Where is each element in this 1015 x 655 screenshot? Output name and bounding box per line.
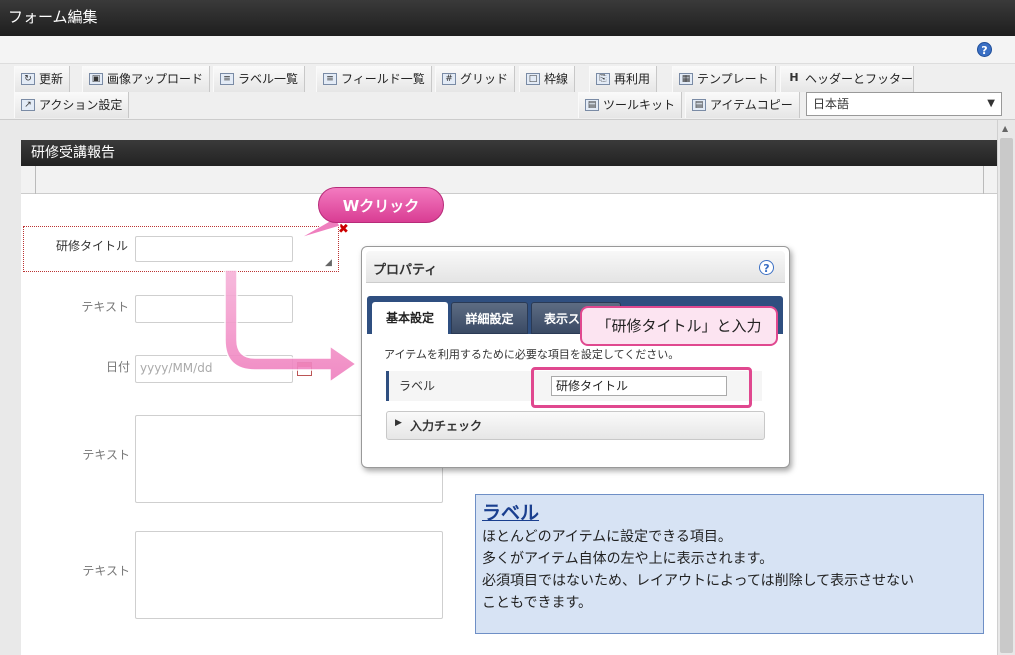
info-line: 多くがアイテム自体の左や上に表示されます。 — [482, 551, 774, 567]
tab-description: アイテムを利用するために必要な項目を設定してください。 — [384, 348, 680, 361]
info-line: 必須項目ではないため、レイアウトによっては削除して表示させない — [482, 573, 915, 589]
input-instruction-callout: 「研修タイトル」と入力 — [580, 306, 778, 346]
label-property-name: ラベル — [399, 379, 436, 393]
properties-help-icon[interactable]: ? — [759, 260, 774, 275]
info-title: ラベル — [482, 502, 540, 524]
flow-arrow-icon — [224, 269, 358, 384]
tab-basic-settings[interactable]: 基本設定 — [372, 302, 448, 334]
label-info-box: ラベル ほとんどのアイテムに設定できる項目。 多くがアイテム自体の左や上に表示さ… — [475, 494, 984, 634]
info-line: こともできます。 — [482, 595, 593, 611]
double-click-callout: Wクリック — [318, 187, 444, 223]
caret-right-icon: ▶ — [395, 418, 402, 428]
highlight-box — [531, 367, 752, 408]
input-check-label: 入力チェック — [410, 419, 483, 433]
info-line: ほとんどのアイテムに設定できる項目。 — [482, 529, 732, 545]
properties-title: プロパティ — [373, 263, 438, 278]
tab-detail-settings[interactable]: 詳細設定 — [451, 302, 528, 334]
